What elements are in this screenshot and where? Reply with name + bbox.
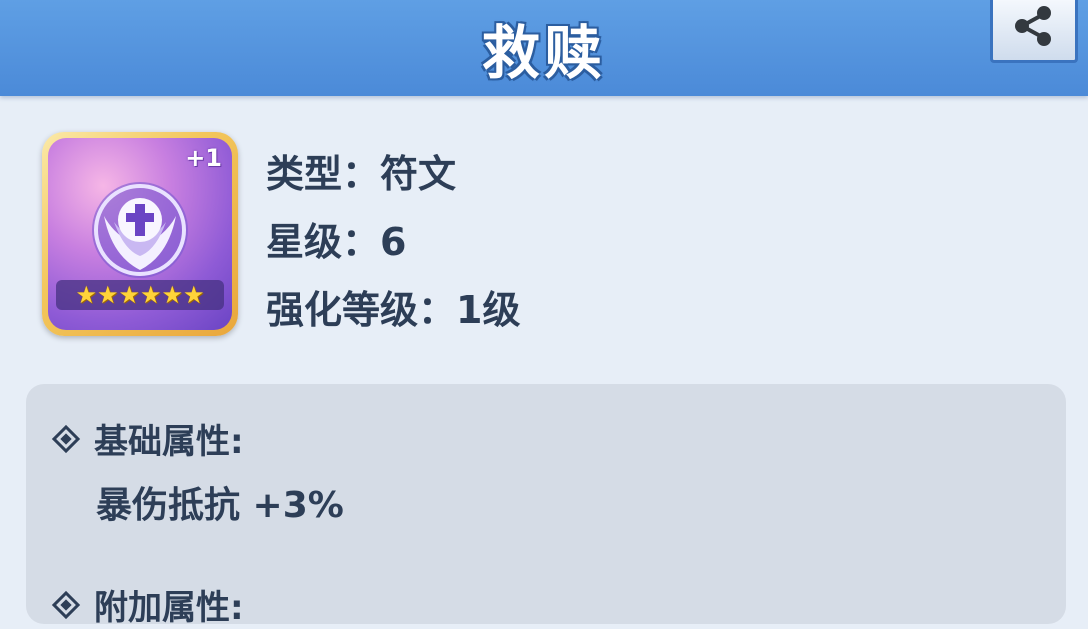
base-stat-value: 暴伤抵抗 +3% (96, 485, 344, 526)
star-icon: ★ (183, 281, 205, 309)
star-icon: ★ (140, 281, 162, 309)
item-enhance-level: 强化等级：1级 (266, 288, 521, 332)
enhance-badge: +1 (185, 144, 222, 172)
header-bar: 救赎 (0, 0, 1088, 96)
share-icon (1015, 6, 1051, 46)
star-icon: ★ (161, 281, 184, 309)
extra-attributes-heading: 附加属性: (51, 580, 244, 629)
extra-attributes-label: 附加属性: (94, 588, 244, 628)
star-icon: ★ (96, 281, 119, 309)
item-icon-frame: +1 ★ ★ ★ ★ ★ ★ (42, 132, 238, 336)
base-attributes-heading: 基础属性: (51, 414, 244, 463)
star-rating: ★ ★ ★ ★ ★ ★ (56, 280, 224, 310)
item-info: 类型：符文 星级：6 强化等级：1级 (266, 146, 520, 350)
diamond-bullet-icon (51, 424, 81, 453)
diamond-bullet-icon (51, 590, 81, 619)
item-type: 类型：符文 (266, 152, 457, 196)
star-icon: ★ (75, 281, 97, 309)
item-star-level: 星级：6 (266, 220, 407, 264)
rune-cross-wings-icon (92, 182, 188, 278)
item-icon: +1 ★ ★ ★ ★ ★ ★ (48, 138, 232, 330)
page-title: 救赎 (481, 19, 606, 87)
star-icon: ★ (118, 281, 140, 309)
share-button[interactable] (990, 0, 1078, 63)
base-attributes-label: 基础属性: (94, 422, 244, 462)
